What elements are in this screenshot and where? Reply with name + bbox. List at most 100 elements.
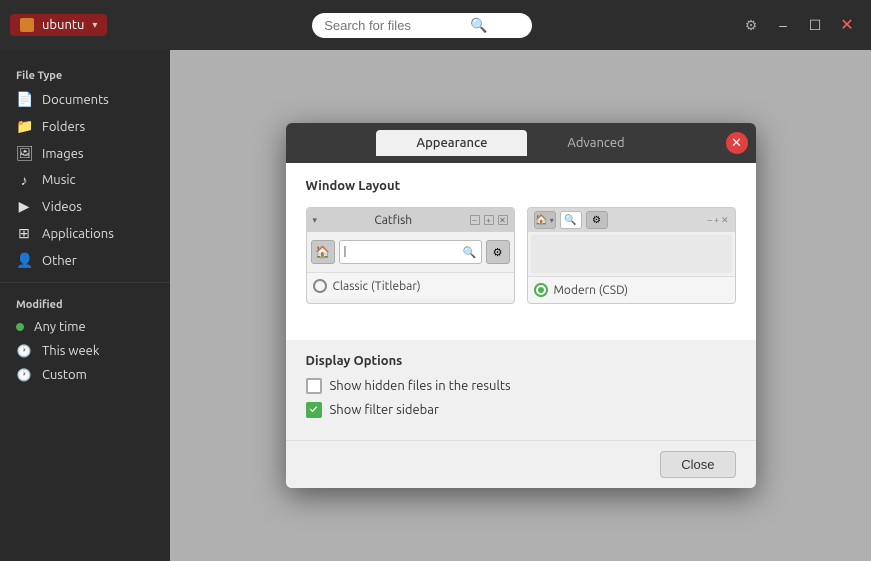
- search-input[interactable]: [324, 18, 464, 33]
- dialog-footer: Close: [286, 440, 756, 488]
- display-options-section: Display Options Show hidden files in the…: [286, 340, 756, 440]
- classic-home-icon: 🏠: [311, 240, 335, 264]
- classic-search-cursor: |: [344, 246, 347, 258]
- sidebar-item-music[interactable]: ♪ Music: [0, 167, 170, 193]
- sidebar-item-this-week[interactable]: 🕐 This week: [0, 339, 170, 363]
- show-filter-row[interactable]: ✓ Show filter sidebar: [306, 402, 736, 418]
- sidebar-item-label: Images: [42, 147, 84, 161]
- modern-radio-button[interactable]: [534, 283, 548, 297]
- dialog-tabs: Appearance Advanced: [376, 130, 664, 156]
- topbar: ubuntu ▾ 🔍 ⚙ – ☐ ✕: [0, 0, 871, 50]
- sidebar-divider: [0, 282, 170, 283]
- sidebar-item-label: Other: [42, 254, 77, 268]
- sidebar-item-label: Custom: [42, 368, 87, 382]
- sidebar-item-anytime[interactable]: Any time: [0, 315, 170, 339]
- modern-radio-dot: [538, 287, 544, 293]
- classic-minimize-icon: –: [470, 215, 480, 225]
- checkmark-icon: ✓: [310, 404, 318, 416]
- classic-titlebar: ▾ Catfish – + ✕: [307, 208, 514, 232]
- tab-appearance[interactable]: Appearance: [376, 130, 527, 156]
- minimize-button[interactable]: –: [769, 11, 797, 39]
- app-menu-label: ubuntu: [42, 18, 84, 32]
- show-hidden-row[interactable]: Show hidden files in the results: [306, 378, 736, 394]
- maximize-button[interactable]: ☐: [801, 11, 829, 39]
- music-icon: ♪: [16, 172, 32, 188]
- classic-layout-card: ▾ Catfish – + ✕ 🏠 | 🔍 ⚙: [306, 207, 515, 304]
- sidebar-item-label: Documents: [42, 93, 109, 107]
- applications-icon: ⊞: [16, 225, 32, 242]
- sidebar-item-images[interactable]: 🖼 Images: [0, 140, 170, 167]
- classic-search-field: | 🔍: [339, 240, 482, 264]
- dialog-body: Window Layout ▾ Catfish – + ✕ 🏠: [286, 163, 756, 340]
- app-icon: [20, 18, 34, 32]
- classic-maximize-icon: +: [484, 215, 494, 225]
- tab-advanced[interactable]: Advanced: [527, 130, 664, 156]
- show-filter-checkbox[interactable]: ✓: [306, 402, 322, 418]
- display-options-title: Display Options: [306, 354, 736, 368]
- sidebar-item-documents[interactable]: 📄 Documents: [0, 86, 170, 113]
- modified-section-title: Modified: [0, 291, 170, 315]
- sidebar-item-label: Music: [42, 173, 76, 187]
- main-area: File Type 📄 Documents 📁 Folders 🖼 Images…: [0, 50, 871, 561]
- window-close-button[interactable]: ✕: [833, 11, 861, 39]
- documents-icon: 📄: [16, 91, 32, 108]
- sidebar-item-videos[interactable]: ▶ Videos: [0, 193, 170, 220]
- classic-gear-icon: ⚙: [486, 240, 510, 264]
- app-menu-button[interactable]: ubuntu ▾: [10, 14, 107, 36]
- anytime-dot-icon: [16, 323, 24, 331]
- sidebar-item-other[interactable]: 👤 Other: [0, 247, 170, 274]
- other-icon: 👤: [16, 252, 32, 269]
- modern-minus-icon: –: [707, 215, 711, 226]
- show-hidden-label: Show hidden files in the results: [330, 379, 511, 393]
- classic-close-icon: ✕: [498, 215, 508, 225]
- sidebar: File Type 📄 Documents 📁 Folders 🖼 Images…: [0, 50, 170, 561]
- classic-search-icon: 🔍: [463, 246, 477, 259]
- classic-body: 🏠 | 🔍 ⚙: [307, 232, 514, 272]
- file-type-section-title: File Type: [0, 62, 170, 86]
- modern-layout-card: 🏠 ▾ 🔍 ⚙ – + ✕: [527, 207, 736, 304]
- modern-body: [531, 235, 732, 273]
- dialog-titlebar: Appearance Advanced ✕: [286, 123, 756, 163]
- classic-dropdown-icon: ▾: [313, 215, 318, 226]
- sidebar-item-folders[interactable]: 📁 Folders: [0, 113, 170, 140]
- show-hidden-checkbox[interactable]: [306, 378, 322, 394]
- show-filter-label: Show filter sidebar: [330, 403, 439, 417]
- sidebar-item-label: This week: [42, 344, 99, 358]
- sidebar-item-label: Applications: [42, 227, 114, 241]
- folders-icon: 📁: [16, 118, 32, 135]
- sidebar-item-label: Folders: [42, 120, 85, 134]
- app-menu-arrow-icon: ▾: [92, 19, 97, 31]
- modern-label: Modern (CSD): [554, 284, 629, 297]
- this-week-icon: 🕐: [16, 344, 32, 358]
- classic-radio-button[interactable]: [313, 279, 327, 293]
- custom-icon: 🕐: [16, 368, 32, 382]
- search-icon: 🔍: [470, 17, 487, 34]
- images-icon: 🖼: [16, 145, 32, 162]
- preferences-dialog: Appearance Advanced ✕ Window Layout ▾ Ca…: [286, 123, 756, 488]
- modern-gear-icon: ⚙: [586, 211, 608, 229]
- search-wrap: 🔍: [312, 13, 532, 38]
- modern-footer[interactable]: Modern (CSD): [528, 276, 735, 303]
- close-button[interactable]: Close: [660, 451, 735, 478]
- classic-footer[interactable]: Classic (Titlebar): [307, 272, 514, 299]
- sidebar-item-custom[interactable]: 🕐 Custom: [0, 363, 170, 387]
- modern-home-icon: 🏠 ▾: [534, 211, 556, 229]
- classic-label: Classic (Titlebar): [333, 280, 421, 293]
- content-area: Appearance Advanced ✕ Window Layout ▾ Ca…: [170, 50, 871, 561]
- settings-button[interactable]: ⚙: [737, 11, 765, 39]
- modern-search-icon: 🔍: [560, 211, 582, 229]
- modern-titlebar: 🏠 ▾ 🔍 ⚙ – + ✕: [528, 208, 735, 232]
- sidebar-item-label: Videos: [42, 200, 82, 214]
- modern-wm-buttons: – + ✕: [707, 215, 728, 226]
- videos-icon: ▶: [16, 198, 32, 215]
- dialog-close-button[interactable]: ✕: [726, 132, 748, 154]
- search-bar: 🔍: [117, 13, 727, 38]
- classic-window-title: Catfish: [321, 214, 465, 227]
- sidebar-item-applications[interactable]: ⊞ Applications: [0, 220, 170, 247]
- layout-options: ▾ Catfish – + ✕ 🏠 | 🔍 ⚙: [306, 207, 736, 304]
- modern-x-icon: ✕: [721, 215, 729, 226]
- modern-plus-icon: +: [714, 215, 719, 226]
- sidebar-item-label: Any time: [34, 320, 86, 334]
- window-layout-title: Window Layout: [306, 179, 736, 193]
- topbar-actions: ⚙ – ☐ ✕: [737, 11, 861, 39]
